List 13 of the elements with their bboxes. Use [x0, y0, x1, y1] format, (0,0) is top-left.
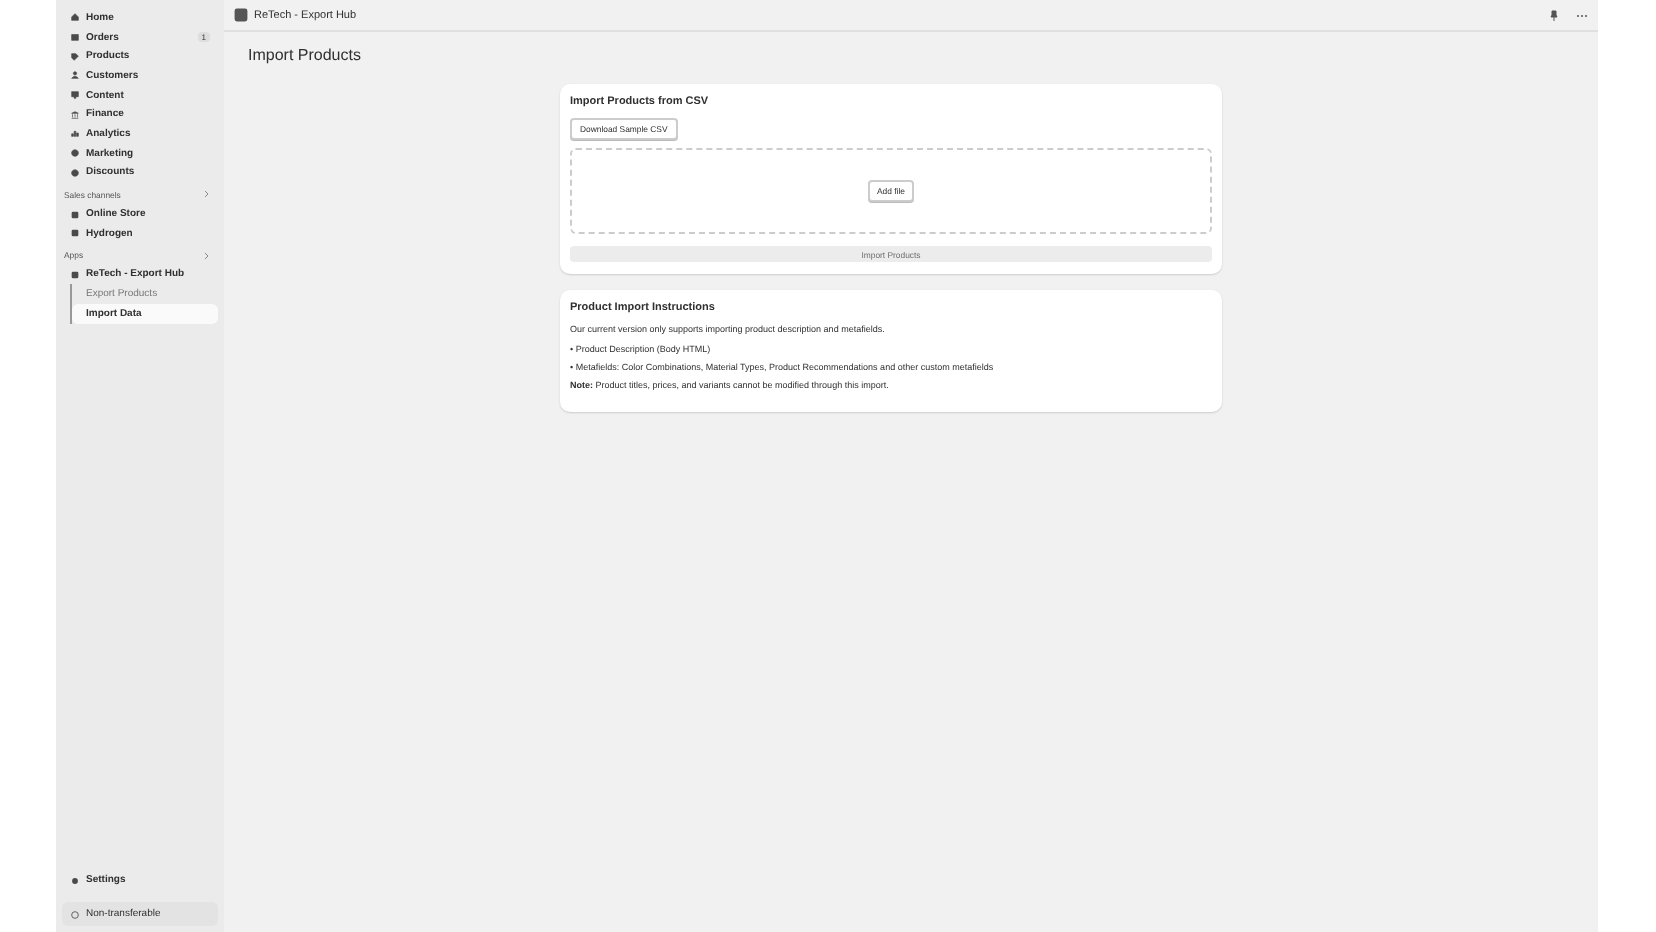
info-icon: [70, 909, 80, 919]
page-title: Import Products: [248, 46, 363, 64]
orders-icon: [70, 32, 80, 43]
settings-icon: [70, 875, 80, 886]
pin-icon[interactable]: [1548, 9, 1560, 21]
home-icon: [70, 12, 80, 23]
app-icon: [234, 8, 248, 22]
app-icon: [70, 269, 80, 280]
bank-icon: [70, 109, 80, 120]
tag-icon: [70, 51, 80, 62]
monitor-icon: [70, 90, 80, 101]
chart-icon: [70, 128, 80, 139]
person-icon: [70, 70, 80, 81]
